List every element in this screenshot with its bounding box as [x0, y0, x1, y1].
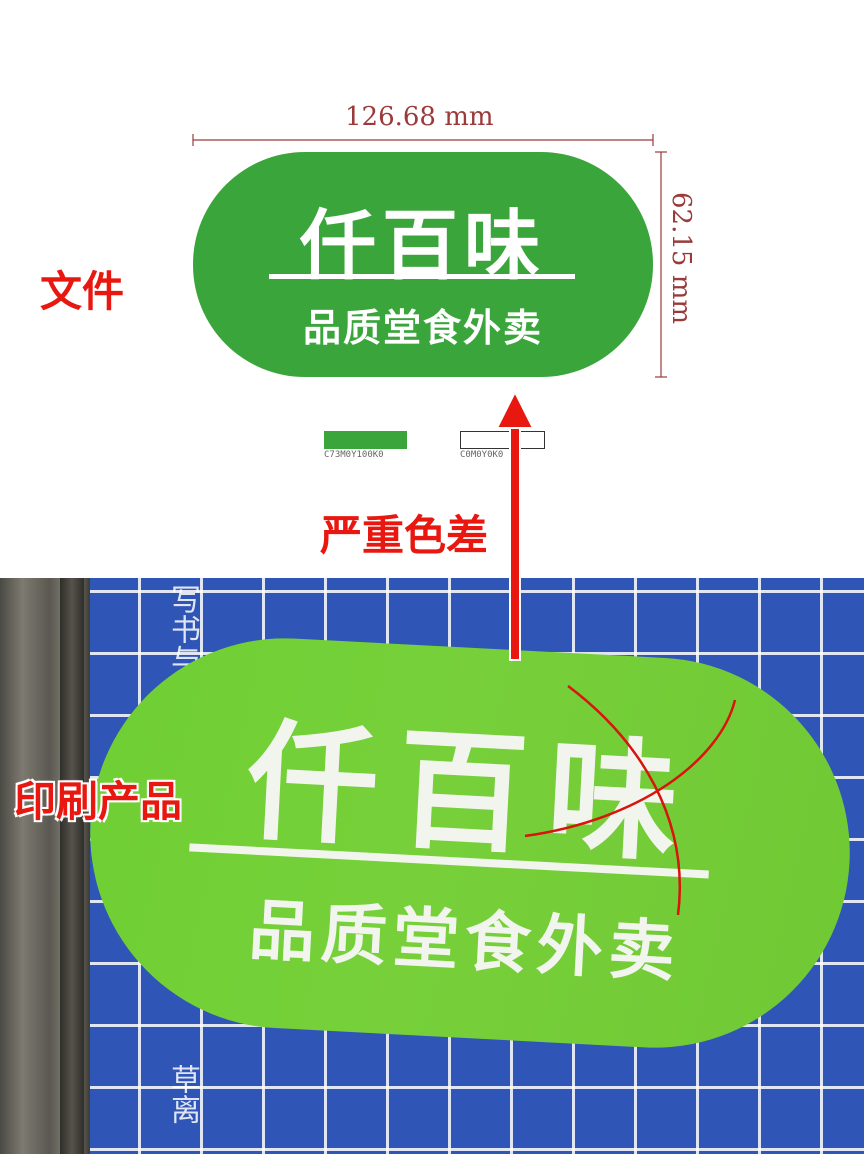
comparison-arrow: [495, 389, 535, 661]
annotation-overlay: [495, 389, 737, 916]
red-scribble-2: [524, 699, 737, 838]
red-scribble-1: [567, 685, 681, 916]
